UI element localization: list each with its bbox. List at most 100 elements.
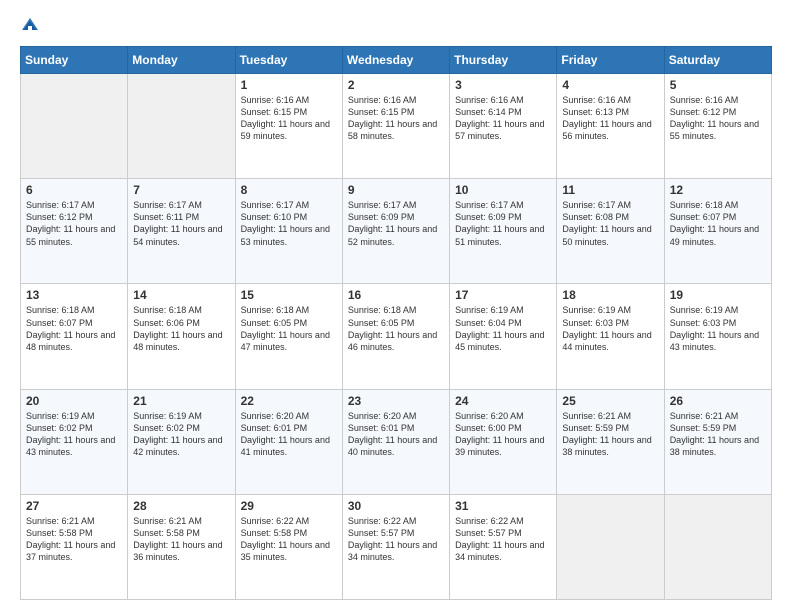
day-number: 13 bbox=[26, 288, 122, 302]
calendar-cell bbox=[664, 494, 771, 599]
calendar-cell: 4Sunrise: 6:16 AMSunset: 6:13 PMDaylight… bbox=[557, 74, 664, 179]
calendar-cell: 20Sunrise: 6:19 AMSunset: 6:02 PMDayligh… bbox=[21, 389, 128, 494]
cell-content: Sunrise: 6:22 AMSunset: 5:58 PMDaylight:… bbox=[241, 515, 337, 564]
calendar-cell: 17 Sunrise: 6:19 AMSunset: 6:04 PMDayligh… bbox=[450, 284, 557, 389]
calendar-week-row: 20Sunrise: 6:19 AMSunset: 6:02 PMDayligh… bbox=[21, 389, 772, 494]
cell-content: Sunrise: 6:19 AMSunset: 6:02 PMDaylight:… bbox=[26, 410, 122, 459]
cell-content: Sunrise: 6:20 AMSunset: 6:01 PMDaylight:… bbox=[241, 410, 337, 459]
day-number: 6 bbox=[26, 183, 122, 197]
calendar-cell: 9Sunrise: 6:17 AMSunset: 6:09 PMDaylight… bbox=[342, 179, 449, 284]
day-number: 22 bbox=[241, 394, 337, 408]
calendar-week-row: 1Sunrise: 6:16 AMSunset: 6:15 PMDaylight… bbox=[21, 74, 772, 179]
calendar-cell bbox=[557, 494, 664, 599]
calendar-cell: 1Sunrise: 6:16 AMSunset: 6:15 PMDaylight… bbox=[235, 74, 342, 179]
cell-content: Sunrise: 6:18 AMSunset: 6:05 PMDaylight:… bbox=[348, 304, 444, 353]
calendar-cell: 30Sunrise: 6:22 AMSunset: 5:57 PMDayligh… bbox=[342, 494, 449, 599]
day-header-tuesday: Tuesday bbox=[235, 47, 342, 74]
day-number: 27 bbox=[26, 499, 122, 513]
calendar-cell: 31 Sunrise: 6:22 AMSunset: 5:57 PMDayligh… bbox=[450, 494, 557, 599]
calendar-cell: 3 Sunrise: 6:16 AMSunset: 6:14 PMDaylight… bbox=[450, 74, 557, 179]
day-number: 16 bbox=[348, 288, 444, 302]
cell-content: Sunrise: 6:17 AMSunset: 6:09 PMDaylight:… bbox=[348, 199, 444, 248]
calendar-cell: 8 Sunrise: 6:17 AMSunset: 6:10 PMDaylight… bbox=[235, 179, 342, 284]
cell-content: Sunrise: 6:20 AMSunset: 6:01 PMDaylight:… bbox=[348, 410, 444, 459]
calendar-cell: 29 Sunrise: 6:22 AMSunset: 5:58 PMDayligh… bbox=[235, 494, 342, 599]
day-number: 18 bbox=[562, 288, 658, 302]
cell-content: Sunrise: 6:21 AMSunset: 5:58 PMDaylight:… bbox=[133, 515, 229, 564]
calendar-cell: 27 Sunrise: 6:21 AMSunset: 5:58 PMDayligh… bbox=[21, 494, 128, 599]
cell-content: Sunrise: 6:19 AMSunset: 6:03 PMDaylight:… bbox=[670, 304, 766, 353]
cell-content: Sunrise: 6:16 AMSunset: 6:12 PMDaylight:… bbox=[670, 94, 766, 143]
header bbox=[20, 16, 772, 36]
cell-content: Sunrise: 6:16 AMSunset: 6:15 PMDaylight:… bbox=[241, 94, 337, 143]
cell-content: Sunrise: 6:17 AMSunset: 6:09 PMDaylight:… bbox=[455, 199, 551, 248]
day-number: 21 bbox=[133, 394, 229, 408]
day-number: 3 bbox=[455, 78, 551, 92]
cell-content: Sunrise: 6:16 AMSunset: 6:14 PMDaylight:… bbox=[455, 94, 551, 143]
day-number: 7 bbox=[133, 183, 229, 197]
calendar-cell: 22 Sunrise: 6:20 AMSunset: 6:01 PMDayligh… bbox=[235, 389, 342, 494]
day-number: 19 bbox=[670, 288, 766, 302]
cell-content: Sunrise: 6:18 AMSunset: 6:07 PMDaylight:… bbox=[26, 304, 122, 353]
day-number: 11 bbox=[562, 183, 658, 197]
cell-content: Sunrise: 6:21 AMSunset: 5:59 PMDaylight:… bbox=[670, 410, 766, 459]
calendar-cell: 23 Sunrise: 6:20 AMSunset: 6:01 PMDayligh… bbox=[342, 389, 449, 494]
cell-content: Sunrise: 6:16 AMSunset: 6:13 PMDaylight:… bbox=[562, 94, 658, 143]
cell-content: Sunrise: 6:16 AMSunset: 6:15 PMDaylight:… bbox=[348, 94, 444, 143]
calendar-cell: 28 Sunrise: 6:21 AMSunset: 5:58 PMDayligh… bbox=[128, 494, 235, 599]
calendar-cell bbox=[128, 74, 235, 179]
calendar-week-row: 27 Sunrise: 6:21 AMSunset: 5:58 PMDayligh… bbox=[21, 494, 772, 599]
cell-content: Sunrise: 6:19 AMSunset: 6:04 PMDaylight:… bbox=[455, 304, 551, 353]
cell-content: Sunrise: 6:17 AMSunset: 6:10 PMDaylight:… bbox=[241, 199, 337, 248]
day-number: 29 bbox=[241, 499, 337, 513]
calendar-cell: 16 Sunrise: 6:18 AMSunset: 6:05 PMDayligh… bbox=[342, 284, 449, 389]
cell-content: Sunrise: 6:21 AMSunset: 5:58 PMDaylight:… bbox=[26, 515, 122, 564]
day-number: 12 bbox=[670, 183, 766, 197]
day-header-sunday: Sunday bbox=[21, 47, 128, 74]
page: SundayMondayTuesdayWednesdayThursdayFrid… bbox=[0, 0, 792, 612]
cell-content: Sunrise: 6:17 AMSunset: 6:08 PMDaylight:… bbox=[562, 199, 658, 248]
calendar-cell: 24Sunrise: 6:20 AMSunset: 6:00 PMDayligh… bbox=[450, 389, 557, 494]
day-number: 25 bbox=[562, 394, 658, 408]
logo bbox=[20, 16, 44, 36]
cell-content: Sunrise: 6:22 AMSunset: 5:57 PMDaylight:… bbox=[455, 515, 551, 564]
day-number: 5 bbox=[670, 78, 766, 92]
cell-content: Sunrise: 6:18 AMSunset: 6:06 PMDaylight:… bbox=[133, 304, 229, 353]
day-number: 10 bbox=[455, 183, 551, 197]
calendar-cell: 14 Sunrise: 6:18 AMSunset: 6:06 PMDayligh… bbox=[128, 284, 235, 389]
day-header-thursday: Thursday bbox=[450, 47, 557, 74]
cell-content: Sunrise: 6:18 AMSunset: 6:05 PMDaylight:… bbox=[241, 304, 337, 353]
cell-content: Sunrise: 6:20 AMSunset: 6:00 PMDaylight:… bbox=[455, 410, 551, 459]
calendar-cell: 6 Sunrise: 6:17 AMSunset: 6:12 PMDaylight… bbox=[21, 179, 128, 284]
calendar-cell: 2 Sunrise: 6:16 AMSunset: 6:15 PMDaylight… bbox=[342, 74, 449, 179]
day-number: 2 bbox=[348, 78, 444, 92]
day-header-saturday: Saturday bbox=[664, 47, 771, 74]
calendar-cell: 10 Sunrise: 6:17 AMSunset: 6:09 PMDayligh… bbox=[450, 179, 557, 284]
day-number: 17 bbox=[455, 288, 551, 302]
day-number: 26 bbox=[670, 394, 766, 408]
cell-content: Sunrise: 6:21 AMSunset: 5:59 PMDaylight:… bbox=[562, 410, 658, 459]
calendar-cell: 13 Sunrise: 6:18 AMSunset: 6:07 PMDayligh… bbox=[21, 284, 128, 389]
logo-icon bbox=[20, 16, 40, 36]
cell-content: Sunrise: 6:19 AMSunset: 6:02 PMDaylight:… bbox=[133, 410, 229, 459]
day-number: 15 bbox=[241, 288, 337, 302]
calendar-week-row: 13 Sunrise: 6:18 AMSunset: 6:07 PMDayligh… bbox=[21, 284, 772, 389]
cell-content: Sunrise: 6:19 AMSunset: 6:03 PMDaylight:… bbox=[562, 304, 658, 353]
day-number: 23 bbox=[348, 394, 444, 408]
day-number: 28 bbox=[133, 499, 229, 513]
calendar-cell: 19 Sunrise: 6:19 AMSunset: 6:03 PMDayligh… bbox=[664, 284, 771, 389]
calendar-cell: 11 Sunrise: 6:17 AMSunset: 6:08 PMDayligh… bbox=[557, 179, 664, 284]
day-number: 14 bbox=[133, 288, 229, 302]
calendar-cell: 5 Sunrise: 6:16 AMSunset: 6:12 PMDaylight… bbox=[664, 74, 771, 179]
day-number: 30 bbox=[348, 499, 444, 513]
day-header-friday: Friday bbox=[557, 47, 664, 74]
day-header-monday: Monday bbox=[128, 47, 235, 74]
calendar-cell: 7Sunrise: 6:17 AMSunset: 6:11 PMDaylight… bbox=[128, 179, 235, 284]
cell-content: Sunrise: 6:17 AMSunset: 6:12 PMDaylight:… bbox=[26, 199, 122, 248]
day-header-wednesday: Wednesday bbox=[342, 47, 449, 74]
calendar-cell: 21 Sunrise: 6:19 AMSunset: 6:02 PMDayligh… bbox=[128, 389, 235, 494]
day-number: 8 bbox=[241, 183, 337, 197]
day-number: 31 bbox=[455, 499, 551, 513]
calendar-cell bbox=[21, 74, 128, 179]
calendar-cell: 25 Sunrise: 6:21 AMSunset: 5:59 PMDayligh… bbox=[557, 389, 664, 494]
